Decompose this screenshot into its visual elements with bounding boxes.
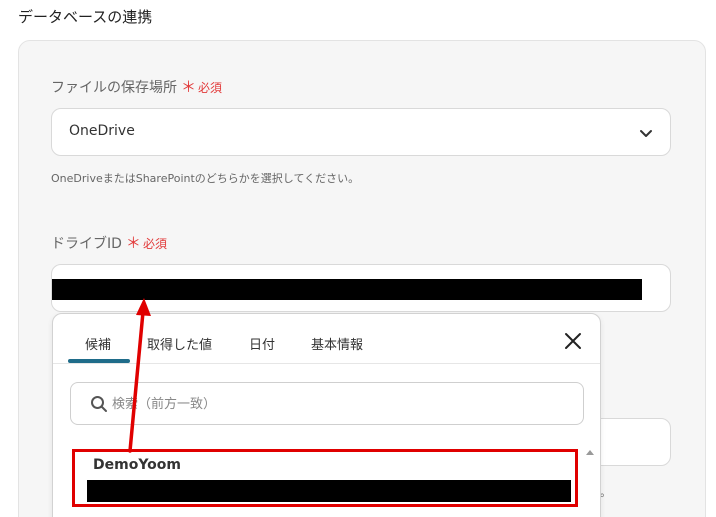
search-box xyxy=(70,382,584,425)
tab-basic-info[interactable]: 基本情報 xyxy=(311,334,363,353)
option-name[interactable]: DemoYoom xyxy=(93,457,181,473)
required-asterisk: ＊ xyxy=(181,78,197,96)
search-icon xyxy=(91,396,107,412)
redacted-option-id xyxy=(87,480,571,502)
scroll-up-icon[interactable] xyxy=(584,447,596,457)
drive-id-input[interactable] xyxy=(51,264,671,312)
storage-help-text: OneDriveまたはSharePointのどちらかを選択してください。 xyxy=(51,172,360,185)
tab-candidates[interactable]: 候補 xyxy=(85,334,111,353)
search-input[interactable] xyxy=(112,394,572,414)
required-badge: ＊必須 xyxy=(181,78,223,96)
active-tab-indicator xyxy=(68,359,130,363)
storage-select[interactable]: OneDrive xyxy=(51,108,671,156)
redacted-value xyxy=(52,279,642,300)
required-badge: ＊必須 xyxy=(125,234,167,252)
drive-id-label: ドライブID ＊必須 xyxy=(51,232,167,253)
dropdown-tabs: 候補 取得した値 日付 基本情報 xyxy=(53,314,600,364)
tab-date[interactable]: 日付 xyxy=(249,334,275,353)
drive-id-label-text: ドライブID xyxy=(51,236,122,252)
tab-retrieved-values[interactable]: 取得した値 xyxy=(147,334,212,353)
suggestion-dropdown: 候補 取得した値 日付 基本情報 DemoYoom xyxy=(52,313,601,517)
section-title: データベースの連携 xyxy=(18,8,153,26)
close-icon[interactable] xyxy=(564,332,582,350)
background-help-text: 。 xyxy=(600,486,611,499)
required-text: 必須 xyxy=(142,237,167,251)
storage-label: ファイルの保存場所＊必須 xyxy=(51,76,222,97)
required-asterisk: ＊ xyxy=(125,234,141,252)
storage-select-value: OneDrive xyxy=(69,123,135,139)
chevron-down-icon xyxy=(640,130,652,137)
storage-label-text: ファイルの保存場所 xyxy=(51,80,177,96)
required-text: 必須 xyxy=(198,81,223,95)
